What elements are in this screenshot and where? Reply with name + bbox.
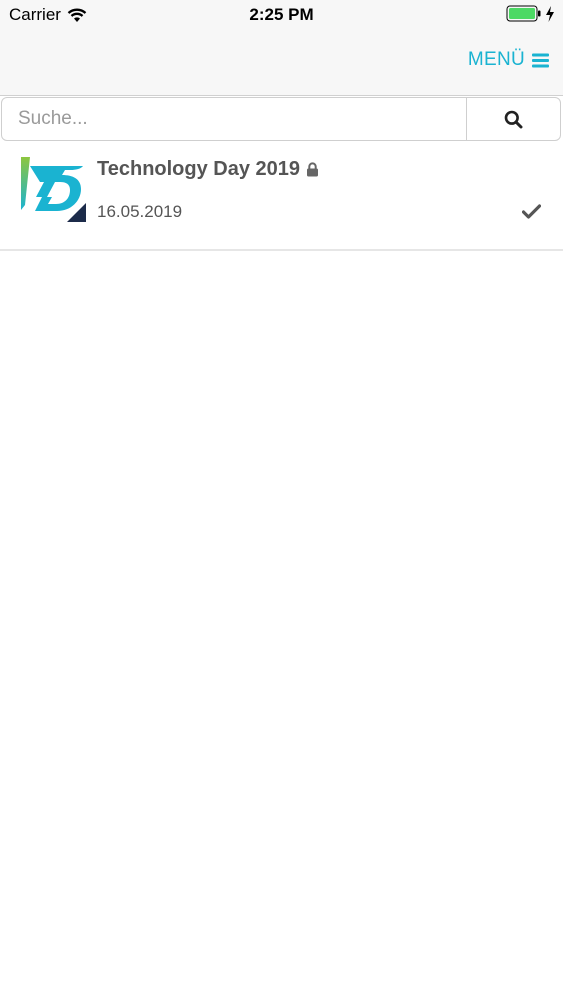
event-title: Technology Day 2019 [97, 158, 319, 181]
search-input[interactable] [2, 98, 466, 140]
td-logo [21, 157, 86, 222]
menu-label: MENÜ [467, 49, 525, 70]
search-bar [1, 97, 561, 141]
navigation-bar: MENÜ [0, 30, 563, 96]
hamburger-icon [532, 53, 549, 67]
lock-icon [307, 162, 319, 177]
event-title-text: Technology Day 2019 [97, 158, 301, 180]
search-icon [504, 110, 523, 128]
battery-icon [506, 5, 541, 22]
search-button[interactable] [466, 98, 560, 140]
menu-button[interactable]: MENÜ [468, 49, 549, 71]
checkmark-icon [522, 204, 541, 219]
charging-bolt-icon [546, 5, 554, 22]
event-date: 16.05.2019 [97, 202, 183, 221]
event-list-item[interactable]: Technology Day 2019 16.05.2019 [0, 142, 563, 251]
status-time: 2:25 PM [249, 5, 314, 24]
status-bar: Carrier 2:25 PM [0, 0, 563, 30]
battery-indicator [506, 5, 555, 22]
